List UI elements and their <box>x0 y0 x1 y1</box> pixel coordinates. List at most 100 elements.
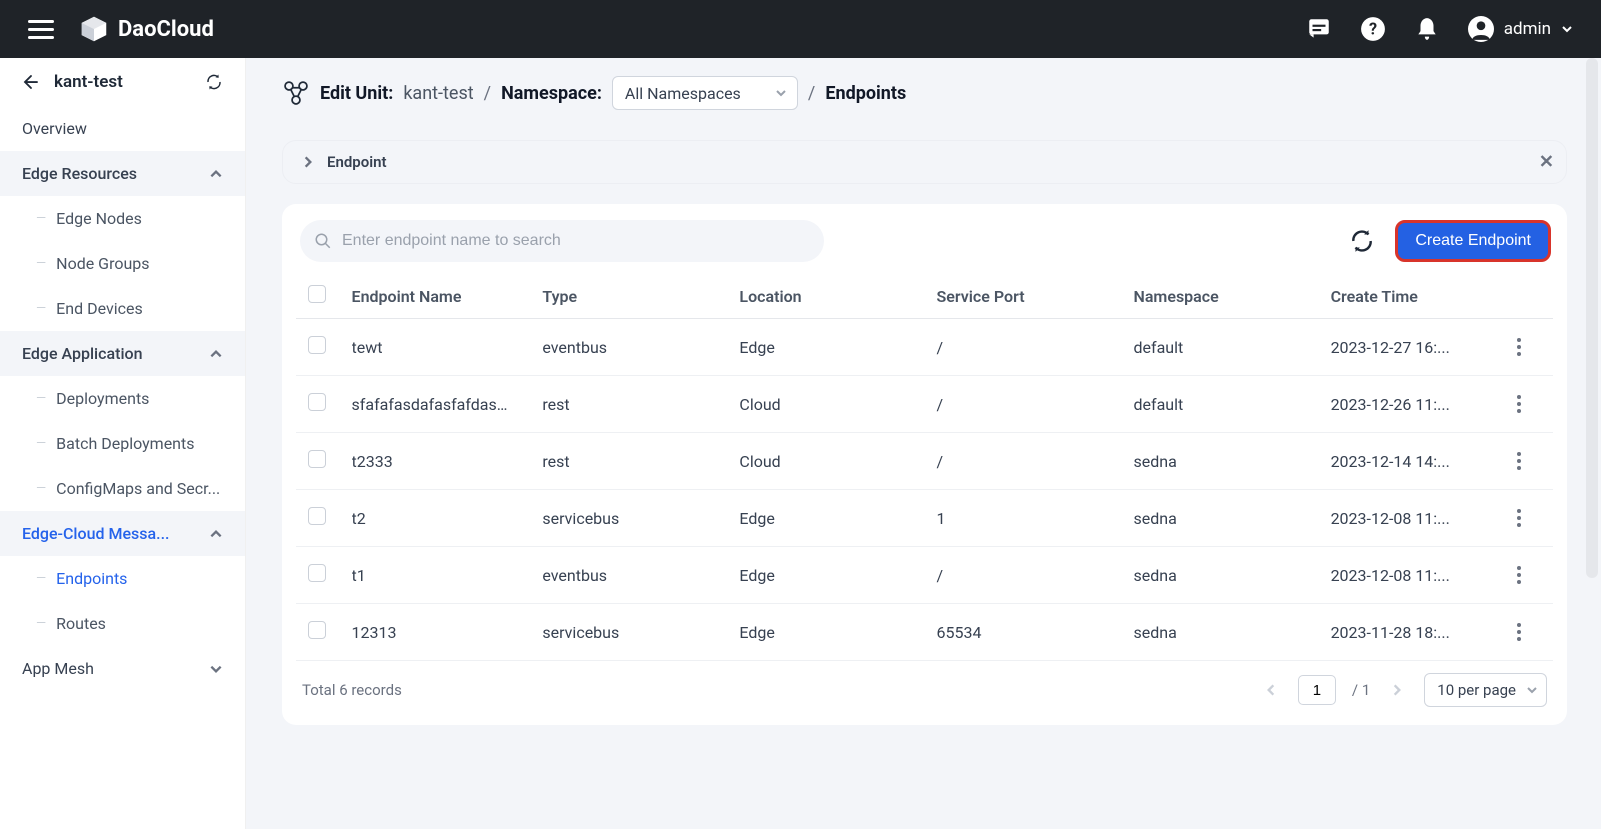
chevron-down-icon <box>1526 684 1538 696</box>
chevron-down-icon <box>1561 23 1573 35</box>
namespace-label: Namespace: <box>501 83 602 104</box>
breadcrumb: Edit Unit: kant-test / Namespace: All Na… <box>282 76 1567 110</box>
cell-type: eventbus <box>530 547 727 604</box>
sidebar-item-configmaps[interactable]: ConfigMaps and Secr... <box>0 466 245 511</box>
brand[interactable]: DaoCloud <box>80 15 214 43</box>
endpoints-table: Endpoint Name Type Location Service Port… <box>296 274 1553 661</box>
cell-time: 2023-12-08 11:... <box>1319 547 1495 604</box>
sidebar-section-edge-cloud-messaging[interactable]: Edge-Cloud Messa... <box>0 511 245 556</box>
cell-port: / <box>924 376 1121 433</box>
toolbar: Create Endpoint <box>296 220 1553 274</box>
search-input[interactable] <box>300 220 824 262</box>
cell-location: Edge <box>727 604 924 661</box>
nodes-icon <box>282 79 310 107</box>
col-location: Location <box>727 274 924 319</box>
cell-type: rest <box>530 433 727 490</box>
namespace-select[interactable]: All Namespaces <box>612 76 798 110</box>
pagination: Total 6 records / 1 10 per page <box>296 661 1553 711</box>
sidebar-item-node-groups[interactable]: Node Groups <box>0 241 245 286</box>
cell-name: t2 <box>340 490 531 547</box>
create-endpoint-button[interactable]: Create Endpoint <box>1397 222 1549 260</box>
unit-link[interactable]: kant-test <box>403 83 473 104</box>
namespace-selected: All Namespaces <box>625 84 741 103</box>
cell-location: Cloud <box>727 376 924 433</box>
table-row[interactable]: tewteventbusEdge/default2023-12-27 16:..… <box>296 319 1553 376</box>
sidebar-item-batch-deployments[interactable]: Batch Deployments <box>0 421 245 466</box>
cell-port: / <box>924 319 1121 376</box>
select-all-checkbox[interactable] <box>308 285 326 303</box>
sidebar-item-endpoints[interactable]: Endpoints <box>0 556 245 601</box>
sidebar-section-edge-resources[interactable]: Edge Resources <box>0 151 245 196</box>
sidebar-section-app-mesh[interactable]: App Mesh <box>0 646 245 691</box>
row-actions-button[interactable] <box>1507 620 1531 644</box>
pagination-total: Total 6 records <box>302 681 402 699</box>
cell-namespace: default <box>1122 319 1319 376</box>
refresh-icon[interactable] <box>1349 228 1375 254</box>
separator: / <box>484 83 491 104</box>
cell-namespace: default <box>1122 376 1319 433</box>
cell-name: 12313 <box>340 604 531 661</box>
search-icon <box>314 232 332 250</box>
row-actions-button[interactable] <box>1507 563 1531 587</box>
chevron-up-icon <box>209 167 223 181</box>
cell-time: 2023-11-28 18:... <box>1319 604 1495 661</box>
row-checkbox[interactable] <box>308 393 326 411</box>
help-icon[interactable]: ? <box>1360 16 1386 42</box>
menu-icon[interactable] <box>28 16 54 42</box>
row-checkbox[interactable] <box>308 621 326 639</box>
row-checkbox[interactable] <box>308 507 326 525</box>
back-arrow-icon[interactable] <box>22 73 40 91</box>
brand-text: DaoCloud <box>118 17 214 42</box>
table-row[interactable]: t1eventbusEdge/sedna2023-12-08 11:... <box>296 547 1553 604</box>
page-title: Endpoints <box>825 83 906 104</box>
next-page-button[interactable] <box>1386 679 1408 701</box>
row-actions-button[interactable] <box>1507 392 1531 416</box>
cell-location: Cloud <box>727 433 924 490</box>
table-row[interactable]: t2servicebusEdge1sedna2023-12-08 11:... <box>296 490 1553 547</box>
sidebar-item-overview[interactable]: Overview <box>0 106 245 151</box>
chevron-down-icon <box>209 662 223 676</box>
cell-port: 65534 <box>924 604 1121 661</box>
col-namespace: Namespace <box>1122 274 1319 319</box>
scrollbar[interactable] <box>1583 58 1601 829</box>
sync-icon[interactable] <box>205 73 223 91</box>
user-menu[interactable]: admin <box>1468 16 1573 42</box>
brand-cube-icon <box>80 15 108 43</box>
svg-text:?: ? <box>1369 19 1377 38</box>
row-actions-button[interactable] <box>1507 449 1531 473</box>
per-page-label: 10 per page <box>1437 681 1516 699</box>
col-endpoint-name: Endpoint Name <box>340 274 531 319</box>
sidebar-section-edge-application[interactable]: Edge Application <box>0 331 245 376</box>
col-create-time: Create Time <box>1319 274 1495 319</box>
chevron-right-icon[interactable] <box>301 155 315 169</box>
chat-icon[interactable] <box>1306 16 1332 42</box>
per-page-select[interactable]: 10 per page <box>1424 673 1547 707</box>
table-header-row: Endpoint Name Type Location Service Port… <box>296 274 1553 319</box>
sidebar-item-routes[interactable]: Routes <box>0 601 245 646</box>
table-row[interactable]: 12313servicebusEdge65534sedna2023-11-28 … <box>296 604 1553 661</box>
cell-time: 2023-12-08 11:... <box>1319 490 1495 547</box>
cell-namespace: sedna <box>1122 490 1319 547</box>
avatar-icon <box>1468 16 1494 42</box>
row-checkbox[interactable] <box>308 564 326 582</box>
cell-name: sfafafasdafasfafdasfa... <box>340 376 531 433</box>
table-row[interactable]: sfafafasdafasfafdasfa...restCloud/defaul… <box>296 376 1553 433</box>
cell-port: / <box>924 547 1121 604</box>
prev-page-button[interactable] <box>1260 679 1282 701</box>
page-input[interactable] <box>1298 675 1336 705</box>
row-actions-button[interactable] <box>1507 506 1531 530</box>
sidebar-item-deployments[interactable]: Deployments <box>0 376 245 421</box>
cell-namespace: sedna <box>1122 604 1319 661</box>
cell-time: 2023-12-14 14:... <box>1319 433 1495 490</box>
cell-type: servicebus <box>530 604 727 661</box>
close-icon[interactable]: ✕ <box>1539 152 1554 173</box>
bell-icon[interactable] <box>1414 16 1440 42</box>
sidebar-item-end-devices[interactable]: End Devices <box>0 286 245 331</box>
row-checkbox[interactable] <box>308 336 326 354</box>
sidebar-item-edge-nodes[interactable]: Edge Nodes <box>0 196 245 241</box>
table-row[interactable]: t2333restCloud/sedna2023-12-14 14:... <box>296 433 1553 490</box>
row-checkbox[interactable] <box>308 450 326 468</box>
cell-name: t2333 <box>340 433 531 490</box>
row-actions-button[interactable] <box>1507 335 1531 359</box>
cell-location: Edge <box>727 319 924 376</box>
